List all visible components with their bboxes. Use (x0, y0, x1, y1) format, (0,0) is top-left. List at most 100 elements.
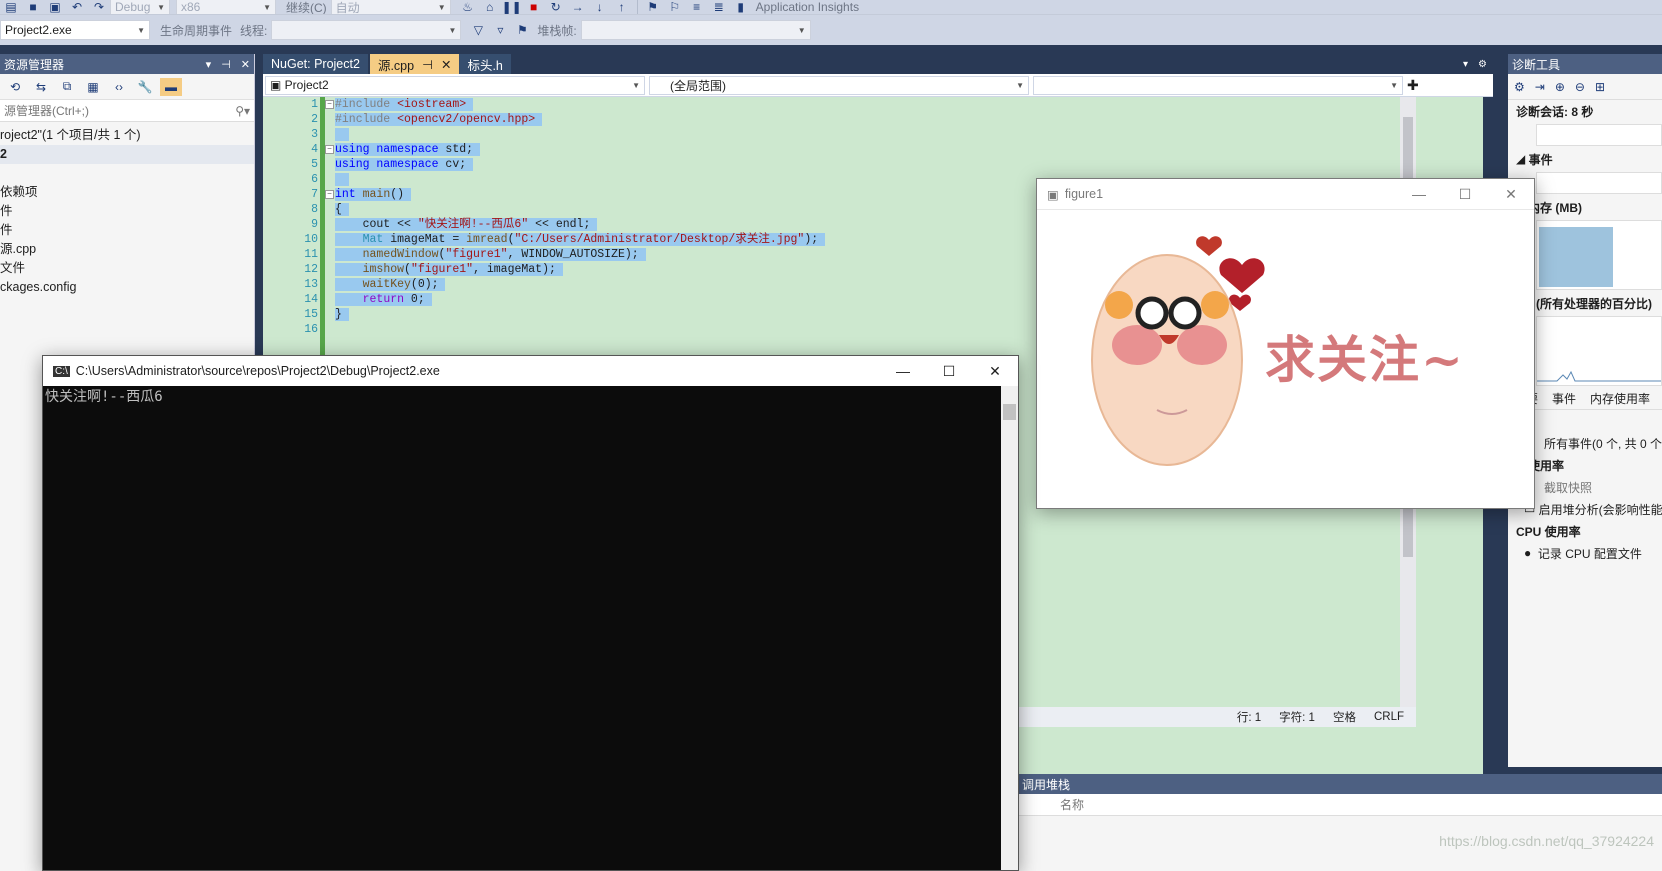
stackframe-select[interactable]: ▼ (580, 20, 811, 40)
config-select[interactable]: Debug ▼ (110, 0, 170, 14)
sticker-caption: 求关注~ (1265, 330, 1465, 389)
restart-icon[interactable]: ↻ (545, 0, 567, 14)
step-over-icon[interactable]: → (567, 0, 589, 14)
continue-button[interactable]: 继续(C) (286, 0, 327, 15)
tree-item-blank (0, 164, 254, 183)
line-number: 15 (304, 308, 318, 321)
tree-item-source-cpp[interactable]: 源.cpp (0, 240, 254, 259)
history-icon[interactable]: ⟲ (4, 78, 26, 96)
step-into-icon[interactable]: ↓ (589, 0, 611, 14)
close-button[interactable]: ✕ (1488, 179, 1534, 209)
split-icon[interactable]: ✚ (1407, 77, 1419, 94)
tree-item-references[interactable]: 依赖项 (0, 183, 254, 202)
bookmark-set-icon[interactable]: ▮ (730, 0, 752, 14)
tab-list-icon[interactable]: ▾ (1463, 59, 1468, 70)
uncomment-icon[interactable]: ≣ (708, 0, 730, 14)
close-tab-icon[interactable]: ✕ (441, 57, 451, 72)
redo-icon[interactable]: ↷ (88, 0, 110, 14)
dropdown-icon[interactable]: ▾ (206, 58, 212, 71)
filter-clear-icon[interactable]: ▿ (489, 21, 511, 39)
scroll-thumb[interactable] (1003, 404, 1016, 420)
minimize-button[interactable]: — (880, 356, 926, 386)
save-all-icon[interactable]: ▣ (44, 0, 66, 14)
zoom-in-icon[interactable]: ⊕ (1555, 80, 1565, 94)
collapse-icon: ◢ (1516, 152, 1529, 166)
save-icon[interactable]: ■ (22, 0, 44, 14)
minimize-button[interactable]: — (1396, 179, 1442, 209)
auto-select[interactable]: 自动 ▼ (330, 0, 451, 14)
diagnostic-toolbar: ⚙ ⇥ ⊕ ⊖ ⊞ (1508, 74, 1662, 100)
figure-titlebar[interactable]: ▣ figure1 — ☐ ✕ (1037, 179, 1534, 209)
tab-memory[interactable]: 内存使用率 (1590, 390, 1650, 407)
export-icon[interactable]: ⇥ (1535, 80, 1545, 94)
reset-zoom-icon[interactable]: ⊞ (1595, 80, 1605, 94)
code-line: imshow("figure1", imageMat); (335, 262, 563, 277)
tab-header-h[interactable]: 标头.h (459, 54, 511, 74)
project-select[interactable]: ▣ Project2 ▼ (265, 75, 645, 95)
member-select[interactable]: ▼ (1033, 75, 1403, 95)
settings-icon[interactable]: ⚙ (1514, 80, 1525, 94)
pause-icon[interactable]: ❚❚ (501, 0, 523, 14)
comment-icon[interactable]: ≡ (686, 0, 708, 14)
bookmark-icon[interactable]: ⚐ (664, 0, 686, 14)
collapse-icon[interactable]: ⧉ (56, 78, 78, 96)
sync-icon[interactable]: ⇆ (30, 78, 52, 96)
change-tracking-bar (320, 97, 325, 377)
separator (636, 0, 638, 14)
undo-icon[interactable]: ↶ (66, 0, 88, 14)
pin-icon[interactable]: ⊣ (221, 58, 231, 71)
hot-reload-icon[interactable]: ♨ (457, 0, 479, 14)
scope-select[interactable]: (全局范围) ▼ (649, 75, 1029, 95)
solution-search-input[interactable]: 源管理器(Ctrl+;) ⚲▾ (0, 100, 254, 122)
stop-icon[interactable]: ■ (523, 0, 545, 14)
tab-nuget[interactable]: NuGet: Project2 (263, 54, 368, 74)
tree-item-resources[interactable]: 文件 (0, 259, 254, 278)
filter-icon[interactable]: ▽ (467, 21, 489, 39)
tree-item-packages-config[interactable]: ckages.config (0, 278, 254, 297)
lifecycle-events-button[interactable]: 生命周期事件 (160, 22, 232, 39)
breakpoint-icon[interactable]: ⚑ (642, 0, 664, 14)
tab-label: NuGet: Project2 (271, 57, 360, 71)
properties-icon[interactable]: 🔧 (134, 78, 156, 96)
app-insights-button[interactable]: Application Insights (756, 0, 859, 14)
column-name[interactable]: 名称 (1060, 796, 1084, 813)
settings-icon[interactable]: ⚙ (1478, 59, 1487, 70)
platform-select[interactable]: x86 ▼ (176, 0, 276, 14)
line-number: 11 (304, 248, 318, 261)
close-button[interactable]: ✕ (972, 356, 1018, 386)
console-titlebar[interactable]: C:\ C:\Users\Administrator\source\repos\… (43, 356, 1018, 386)
tree-item-solution[interactable]: roject2"(1 个项目/共 1 个) (0, 126, 254, 145)
code-view-icon[interactable]: ‹› (108, 78, 130, 96)
tree-item-headers[interactable]: 件 (0, 221, 254, 240)
solution-tree: roject2"(1 个项目/共 1 个) 2 依赖项 件 件 源.cpp 文件… (0, 122, 254, 297)
code-line: { (335, 203, 349, 216)
zoom-out-icon[interactable]: ⊖ (1575, 80, 1585, 94)
close-icon[interactable]: ✕ (241, 58, 250, 71)
maximize-button[interactable]: ☐ (1442, 179, 1488, 209)
tab-events[interactable]: 事件 (1552, 390, 1576, 407)
maximize-button[interactable]: ☐ (926, 356, 972, 386)
events-section[interactable]: ◢ 事件 (1508, 148, 1662, 170)
line-ending[interactable]: CRLF (1374, 711, 1404, 723)
record-cpu-label: 记录 CPU 配置文件 (1537, 546, 1642, 561)
process-select[interactable]: Project2.exe ▼ (0, 20, 150, 40)
fold-toggle[interactable]: − (325, 145, 334, 154)
flag-threads-icon[interactable]: ⚑ (511, 21, 533, 39)
record-cpu-button[interactable]: ● 记录 CPU 配置文件 (1508, 542, 1662, 564)
tree-item-project[interactable]: 2 (0, 145, 254, 164)
home-icon[interactable]: ⌂ (479, 0, 501, 14)
thread-select[interactable]: ▼ (271, 20, 462, 40)
preview-icon[interactable]: ▬ (160, 77, 182, 96)
console-scrollbar[interactable] (1001, 386, 1018, 870)
step-out-icon[interactable]: ↑ (611, 0, 633, 14)
show-all-icon[interactable]: ▦ (82, 78, 104, 96)
open-icon[interactable]: ▤ (0, 0, 22, 14)
whitespace-mode[interactable]: 空格 (1333, 709, 1356, 725)
tab-source-cpp[interactable]: 源.cpp ⊣ ✕ (369, 54, 460, 74)
record-icon: ● (1524, 546, 1538, 560)
fold-toggle[interactable]: − (325, 100, 334, 109)
line-number: 8 (311, 203, 318, 216)
fold-toggle[interactable]: − (325, 190, 334, 199)
pin-icon[interactable]: ⊣ (422, 57, 433, 72)
tree-item-external[interactable]: 件 (0, 202, 254, 221)
